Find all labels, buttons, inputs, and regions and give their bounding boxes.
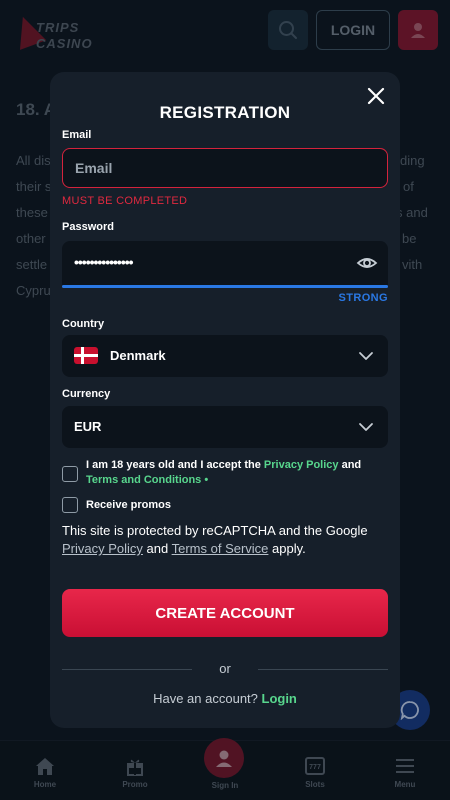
- country-value: Denmark: [110, 348, 166, 363]
- password-strength-bar: [62, 285, 388, 288]
- have-account-text: Have an account?: [153, 691, 262, 706]
- terms-conditions-link[interactable]: Terms and Conditions: [86, 474, 201, 486]
- denmark-flag-icon: [74, 347, 98, 364]
- required-mark: •: [201, 474, 209, 486]
- chevron-down-icon: [359, 423, 373, 431]
- email-label: Email: [62, 129, 92, 141]
- recaptcha-text: This site is protected by reCAPTCHA and …: [62, 523, 368, 538]
- country-select[interactable]: Denmark: [62, 335, 388, 377]
- password-value: •••••••••••••••: [74, 254, 134, 270]
- currency-select[interactable]: EUR: [62, 406, 388, 448]
- recaptcha-and: and: [142, 541, 172, 556]
- age-terms-pre: I am 18 years old and I accept the: [86, 459, 264, 471]
- currency-value: EUR: [74, 419, 102, 434]
- currency-label: Currency: [62, 388, 111, 400]
- google-privacy-link[interactable]: Privacy Policy: [62, 541, 143, 556]
- password-label: Password: [62, 221, 114, 233]
- recaptcha-notice: This site is protected by reCAPTCHA and …: [62, 522, 392, 558]
- have-account-line: Have an account? Login: [50, 691, 400, 706]
- promos-label: Receive promos: [86, 499, 171, 511]
- google-terms-link[interactable]: Terms of Service: [172, 541, 269, 556]
- age-terms-mid: and: [338, 459, 362, 471]
- privacy-policy-link[interactable]: Privacy Policy: [264, 459, 339, 471]
- password-strength-label: STRONG: [338, 292, 388, 304]
- age-terms-checkbox[interactable]: [62, 466, 78, 482]
- create-account-button[interactable]: CREATE ACCOUNT: [62, 589, 388, 637]
- age-terms-text: I am 18 years old and I accept the Priva…: [86, 458, 386, 488]
- country-label: Country: [62, 318, 105, 330]
- registration-modal: REGISTRATION Email MUST BE COMPLETED Pas…: [50, 72, 400, 728]
- eye-icon[interactable]: [356, 252, 378, 274]
- chevron-down-icon: [359, 352, 373, 360]
- email-field[interactable]: [62, 148, 388, 188]
- recaptcha-apply: apply.: [268, 541, 306, 556]
- divider-right: [258, 669, 388, 670]
- modal-title: REGISTRATION: [159, 103, 291, 122]
- password-field[interactable]: •••••••••••••••: [62, 241, 388, 285]
- promos-checkbox[interactable]: [62, 497, 78, 513]
- login-link[interactable]: Login: [262, 691, 297, 706]
- email-error: MUST BE COMPLETED: [62, 195, 188, 207]
